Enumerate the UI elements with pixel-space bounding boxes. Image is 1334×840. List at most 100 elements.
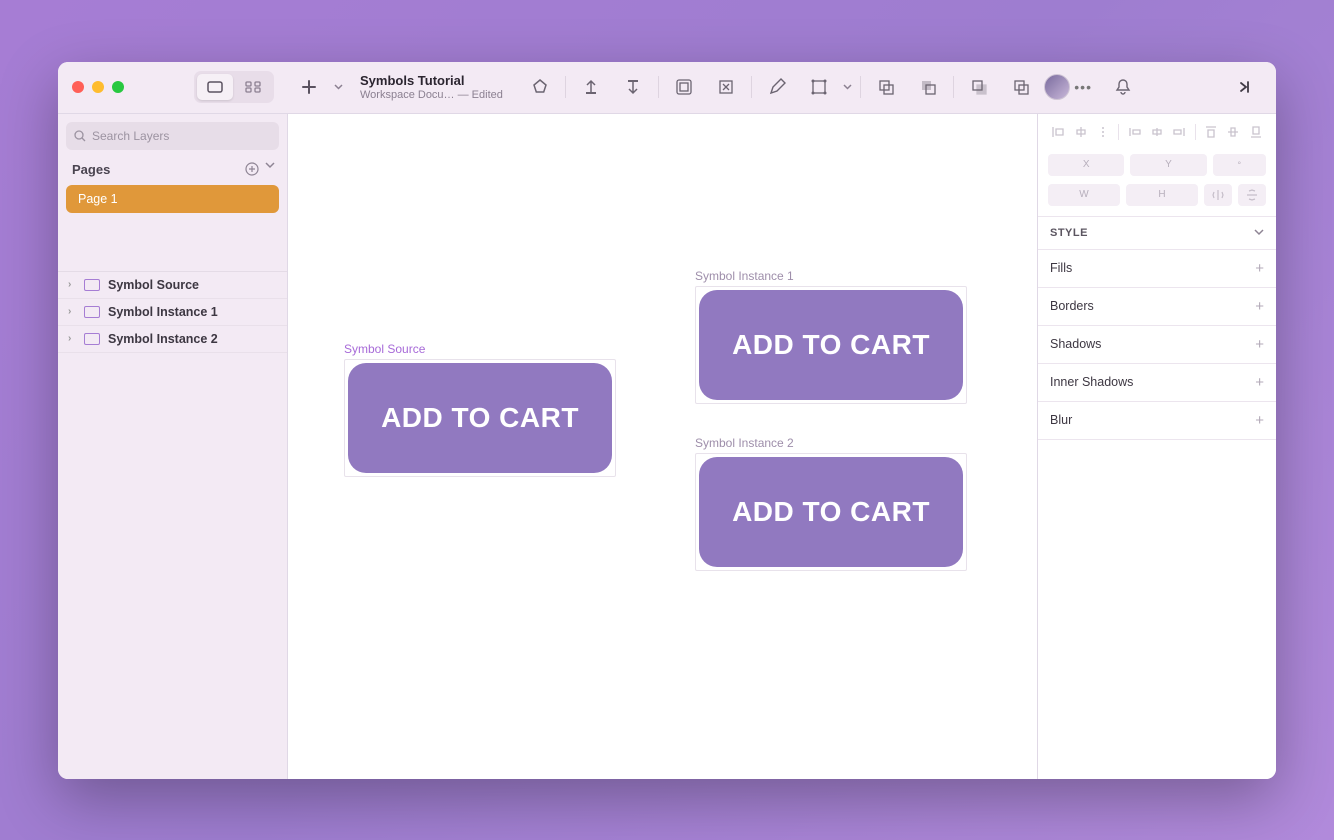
subtract-icon xyxy=(919,78,937,96)
layer-row-symbol-instance-1[interactable]: › Symbol Instance 1 xyxy=(58,299,287,326)
layer-row-symbol-source[interactable]: › Symbol Source xyxy=(58,272,287,299)
align-left-button[interactable] xyxy=(1048,122,1068,142)
document-title-area[interactable]: Symbols Tutorial Workspace Docu… — Edite… xyxy=(360,73,503,101)
subtract-button[interactable] xyxy=(907,71,949,103)
add-shadow-button[interactable]: + xyxy=(1255,336,1264,353)
app-body: Search Layers Pages Page 1 › Symbol Sour… xyxy=(58,114,1276,779)
dist-center-icon xyxy=(1150,125,1164,139)
add-fill-button[interactable]: + xyxy=(1255,260,1264,277)
distribute-center-button[interactable] xyxy=(1147,122,1167,142)
page-item-page1[interactable]: Page 1 xyxy=(66,185,279,213)
bell-icon xyxy=(1114,78,1132,96)
bring-forward-icon xyxy=(582,78,600,96)
mask-button[interactable] xyxy=(958,71,1000,103)
align-right-button[interactable] xyxy=(1093,122,1113,142)
edit-button[interactable] xyxy=(756,71,798,103)
expand-toggle[interactable]: › xyxy=(68,333,78,344)
user-avatar[interactable] xyxy=(1044,74,1070,100)
artboard-symbol-source[interactable]: Symbol Source ADD TO CART xyxy=(344,342,616,477)
collaborators-more[interactable]: ••• xyxy=(1074,79,1092,95)
x-input[interactable]: X xyxy=(1048,154,1124,176)
document-title: Symbols Tutorial xyxy=(360,73,503,88)
add-page-button[interactable] xyxy=(245,162,259,176)
rotation-input[interactable]: ° xyxy=(1213,154,1266,176)
titlebar: Symbols Tutorial Workspace Docu… — Edite… xyxy=(58,62,1276,114)
artboard-symbol-instance-2[interactable]: Symbol Instance 2 ADD TO CART xyxy=(695,436,967,571)
artboard-label: Symbol Source xyxy=(344,342,616,356)
artboard-frame: ADD TO CART xyxy=(695,286,967,404)
add-to-cart-button[interactable]: ADD TO CART xyxy=(348,363,612,473)
collapse-pages-button[interactable] xyxy=(265,162,275,176)
expand-toggle[interactable]: › xyxy=(68,279,78,290)
blur-label: Blur xyxy=(1050,413,1072,427)
align-middle-icon xyxy=(1226,125,1240,139)
canvas-view-button[interactable] xyxy=(197,74,233,100)
align-center-h-button[interactable] xyxy=(1070,122,1090,142)
artboard-symbol-instance-1[interactable]: Symbol Instance 1 ADD TO CART xyxy=(695,269,967,404)
fullscreen-window-button[interactable] xyxy=(112,81,124,93)
dist-right-icon xyxy=(1172,125,1186,139)
right-panel: X Y ° W H STYLE Fills + Borders + xyxy=(1037,114,1276,779)
add-inner-shadow-button[interactable]: + xyxy=(1255,374,1264,391)
flip-h-button[interactable] xyxy=(1204,184,1232,206)
canvas[interactable]: Symbol Source ADD TO CART Symbol Instanc… xyxy=(288,114,1037,779)
borders-row[interactable]: Borders + xyxy=(1038,288,1276,326)
align-top-icon xyxy=(1204,125,1218,139)
add-blur-button[interactable]: + xyxy=(1255,412,1264,429)
chevron-down-icon xyxy=(843,84,852,90)
search-placeholder: Search Layers xyxy=(92,129,169,143)
minimize-window-button[interactable] xyxy=(92,81,104,93)
notifications-button[interactable] xyxy=(1102,71,1144,103)
artboard-frame: ADD TO CART xyxy=(344,359,616,477)
w-input[interactable]: W xyxy=(1048,184,1120,206)
fills-label: Fills xyxy=(1050,261,1072,275)
panel-right-icon xyxy=(1236,80,1254,94)
inner-shadows-label: Inner Shadows xyxy=(1050,375,1133,389)
button-text: ADD TO CART xyxy=(732,329,930,361)
insert-button[interactable] xyxy=(288,71,330,103)
shape-tool-button[interactable] xyxy=(519,71,561,103)
h-input[interactable]: H xyxy=(1126,184,1198,206)
align-middle-button[interactable] xyxy=(1223,122,1243,142)
flatten-button[interactable] xyxy=(1000,71,1042,103)
transform-dropdown[interactable] xyxy=(840,71,856,103)
toggle-right-panel-button[interactable] xyxy=(1224,71,1266,103)
pencil-icon xyxy=(768,78,786,96)
add-border-button[interactable]: + xyxy=(1255,298,1264,315)
add-to-cart-button[interactable]: ADD TO CART xyxy=(699,457,963,567)
y-input[interactable]: Y xyxy=(1130,154,1206,176)
inner-shadows-row[interactable]: Inner Shadows + xyxy=(1038,364,1276,402)
align-top-button[interactable] xyxy=(1201,122,1221,142)
chevron-down-icon xyxy=(334,84,343,90)
fills-row[interactable]: Fills + xyxy=(1038,250,1276,288)
forward-button[interactable] xyxy=(570,71,612,103)
blur-row[interactable]: Blur + xyxy=(1038,402,1276,440)
style-section-header[interactable]: STYLE xyxy=(1038,216,1276,250)
search-layers-input[interactable]: Search Layers xyxy=(66,122,279,150)
canvas-icon xyxy=(207,81,223,93)
align-bottom-button[interactable] xyxy=(1246,122,1266,142)
backward-button[interactable] xyxy=(612,71,654,103)
flip-v-button[interactable] xyxy=(1238,184,1266,206)
align-more-icon xyxy=(1101,125,1105,139)
transform-button[interactable] xyxy=(798,71,840,103)
detach-symbol-button[interactable] xyxy=(705,71,747,103)
distribute-right-button[interactable] xyxy=(1169,122,1189,142)
create-symbol-button[interactable] xyxy=(663,71,705,103)
distribute-left-button[interactable] xyxy=(1124,122,1144,142)
pages-header: Pages xyxy=(58,156,287,183)
union-button[interactable] xyxy=(865,71,907,103)
insert-dropdown[interactable] xyxy=(330,71,346,103)
shadows-row[interactable]: Shadows + xyxy=(1038,326,1276,364)
artboard-icon xyxy=(84,333,100,345)
components-view-button[interactable] xyxy=(235,74,271,100)
traffic-lights xyxy=(58,81,138,93)
layer-row-symbol-instance-2[interactable]: › Symbol Instance 2 xyxy=(58,326,287,353)
close-window-button[interactable] xyxy=(72,81,84,93)
page-label: Page 1 xyxy=(78,192,118,206)
add-to-cart-button[interactable]: ADD TO CART xyxy=(699,290,963,400)
expand-toggle[interactable]: › xyxy=(68,306,78,317)
chevron-down-icon xyxy=(1254,229,1264,236)
flip-v-icon xyxy=(1246,189,1258,201)
separator xyxy=(658,76,659,98)
